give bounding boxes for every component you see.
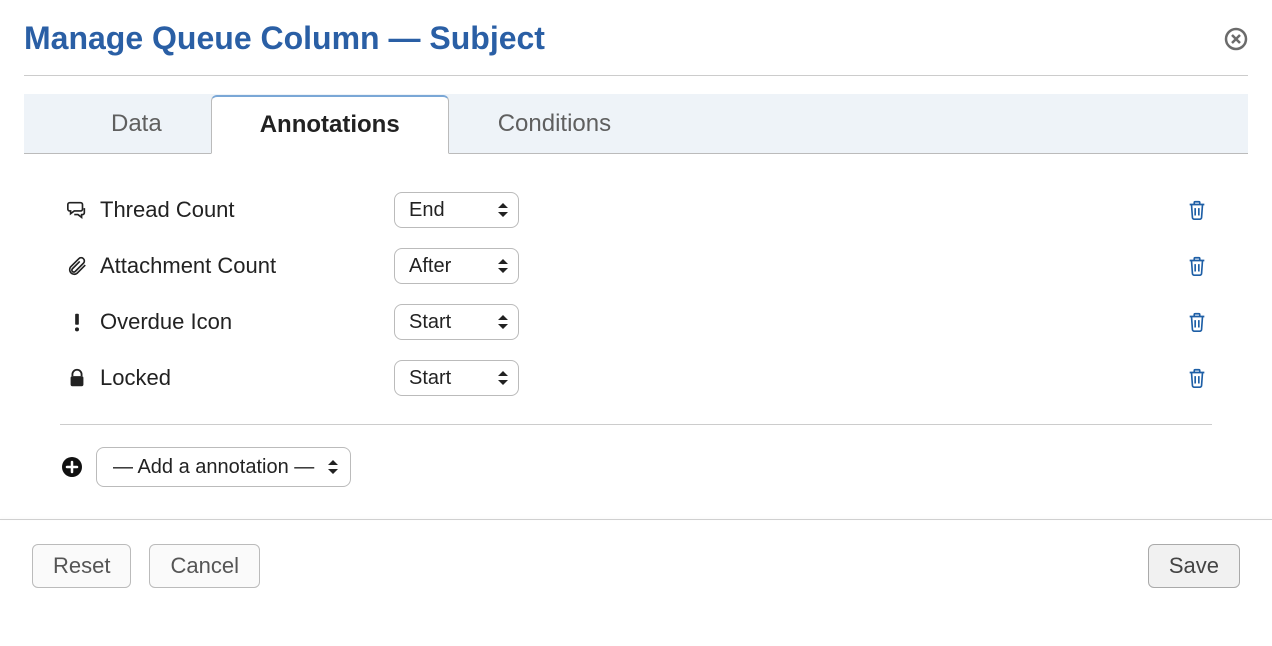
annotation-label: Attachment Count [94,253,394,279]
position-select[interactable]: End [394,192,519,228]
tab-content: Thread Count End Attachment Count [24,154,1248,519]
cancel-button[interactable]: Cancel [149,544,259,588]
trash-icon[interactable] [1182,362,1212,394]
dialog-title: Manage Queue Column — Subject [24,20,545,57]
position-select[interactable]: Start [394,360,519,396]
annotation-row: Thread Count End [60,182,1212,238]
dialog: Manage Queue Column — Subject Data Annot… [0,0,1272,616]
annotation-label: Overdue Icon [94,309,394,335]
tab-data[interactable]: Data [62,95,211,154]
lock-icon [60,367,94,389]
close-icon[interactable] [1224,27,1248,51]
annotation-label: Thread Count [94,197,394,223]
chat-icon [60,199,94,221]
trash-icon[interactable] [1182,306,1212,338]
tabs: Data Annotations Conditions [24,94,1248,154]
trash-icon[interactable] [1182,250,1212,282]
annotation-label: Locked [94,365,394,391]
dialog-footer: Reset Cancel Save [24,520,1248,596]
annotation-row: Overdue Icon Start [60,294,1212,350]
tab-annotations[interactable]: Annotations [211,95,449,154]
save-button[interactable]: Save [1148,544,1240,588]
reset-button[interactable]: Reset [32,544,131,588]
dialog-header: Manage Queue Column — Subject [24,20,1248,76]
position-select[interactable]: After [394,248,519,284]
annotation-row: Locked Start [60,350,1212,406]
position-select[interactable]: Start [394,304,519,340]
trash-icon[interactable] [1182,194,1212,226]
divider [60,424,1212,425]
add-annotation-row: — Add a annotation — [60,447,1212,507]
tab-conditions[interactable]: Conditions [449,95,660,154]
annotation-row: Attachment Count After [60,238,1212,294]
add-annotation-select[interactable]: — Add a annotation — [96,447,351,487]
plus-circle-icon [60,455,84,479]
paperclip-icon [60,255,94,277]
exclamation-icon [60,311,94,333]
